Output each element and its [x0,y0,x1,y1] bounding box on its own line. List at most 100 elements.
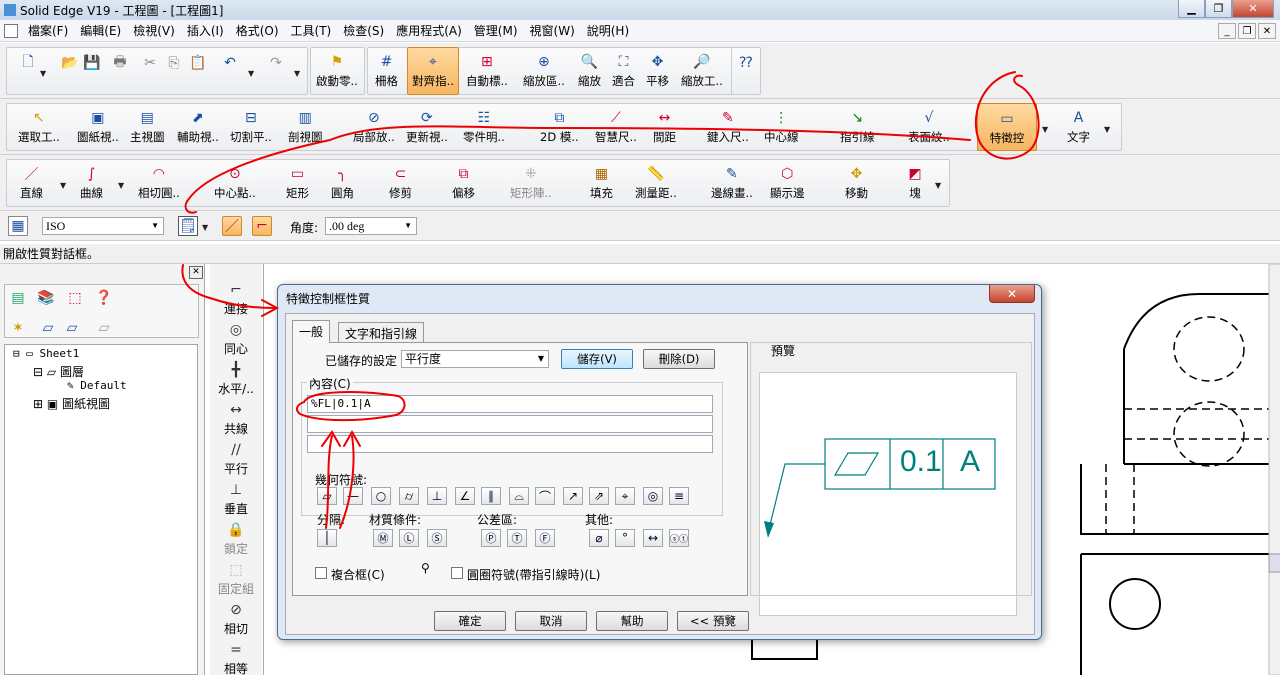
tangent-tool[interactable]: ⊘ 相切 [210,602,262,637]
style-icon[interactable]: ▦ [8,216,28,236]
circle-symbol-checkbox[interactable] [451,567,463,579]
profile-surface-symbol-button[interactable]: ⌓ [509,487,529,505]
cut-icon[interactable]: ✂ [140,53,160,73]
rigid-set-tool[interactable]: ⬚ 固定組 [210,562,262,597]
tangent-arc-button[interactable]: ◠ 相切圓.. [138,165,180,201]
fillet-button[interactable]: ╮ 圓角 [331,165,354,201]
help-tab-icon[interactable]: ❓ [94,288,114,308]
move-layer-icon[interactable]: ▱ [38,318,58,338]
circular-runout-symbol-button[interactable]: ↗ [563,487,583,505]
rectangle-button[interactable]: ▭ 矩形 [286,165,309,201]
tree-item-layers[interactable]: ⊟ ▱ 圖層 [33,363,84,380]
minimize-button[interactable]: ▁ [1178,0,1205,18]
help-button[interactable]: 幫助 [596,611,668,631]
start-part-button[interactable]: ⚑ 啟動零.. [316,53,358,89]
library-tab-icon[interactable]: 📚 [36,288,56,308]
print-icon[interactable]: 🖶 [110,53,130,73]
mdi-restore-button[interactable]: ❐ [1238,23,1256,39]
mdi-close-button[interactable]: ✕ [1258,23,1276,39]
tree-item-sheet[interactable]: ⊟ ▭ Sheet1 [13,347,79,360]
properties-icon[interactable]: 🗒 [178,216,198,236]
perpendicular-tool[interactable]: ⊥ 垂直 [210,482,262,517]
show-layer-icon[interactable]: ▱ [62,318,82,338]
connect-tool[interactable]: ⌐ 連接 [210,282,262,317]
menu-help[interactable]: 說明(H) [581,22,635,39]
cancel-button[interactable]: 取消 [515,611,587,631]
align-button[interactable]: ⌖ 對齊指.. [407,47,459,95]
concentricity-symbol-button[interactable]: ◎ [643,487,663,505]
menu-format[interactable]: 格式(O) [230,22,285,39]
mdi-minimize-button[interactable]: _ [1218,23,1236,39]
equal-tool[interactable]: = 相等 [210,642,262,677]
tangent-plane-button[interactable]: Ⓣ [507,529,527,547]
menu-edit[interactable]: 編輯(E) [74,22,127,39]
block-button[interactable]: ◩ 塊 [906,165,924,201]
measure-distance-button[interactable]: 📏 測量距.. [635,165,677,201]
projected-zone-button[interactable]: Ⓟ [481,529,501,547]
toggle-preview-button[interactable]: << 預覽 [677,611,749,631]
ok-button[interactable]: 確定 [434,611,506,631]
lmc-button[interactable]: Ⓛ [399,529,419,547]
feature-control-frame-button[interactable]: ▭ 特徵控 [977,103,1037,151]
text-button[interactable]: A 文字 [1067,109,1090,145]
angle-field[interactable]: .00 deg ▼ [325,217,417,235]
delete-settings-button[interactable]: 刪除(D) [643,349,715,369]
dialog-close-button[interactable]: ✕ [989,285,1035,303]
new-layer-icon[interactable]: ✶ [8,318,28,338]
distance-between-button[interactable]: ↔ 間距 [653,109,676,145]
tree-item-default[interactable]: ✎ Default [67,379,127,392]
move-button[interactable]: ✥ 移動 [845,165,868,201]
centerline-button[interactable]: ⋮ 中心線 [764,109,799,145]
plus-minus-button[interactable]: ↔ [643,529,663,547]
auxiliary-view-button[interactable]: ⬈ 輔助視.. [177,109,219,145]
hide-layer-icon[interactable]: ▱ [94,318,114,338]
degree-button[interactable]: ° [615,529,635,547]
redo-icon[interactable]: ↷ [266,53,286,73]
menu-inspect[interactable]: 檢查(S) [337,22,390,39]
auto-dim-button[interactable]: ⊞ 自動標.. [466,53,508,89]
fit-button[interactable]: ⛶ 適合 [612,53,635,89]
saved-settings-select[interactable]: 平行度 ▼ [401,350,549,368]
concentric-tool[interactable]: ◎ 同心 [210,322,262,357]
line-button[interactable]: ／ 直線 [20,165,43,201]
circularity-symbol-button[interactable]: ○ [371,487,391,505]
free-state-button[interactable]: Ⓕ [535,529,555,547]
center-point-button[interactable]: ⊙ 中心點.. [214,165,256,201]
tab-general[interactable]: 一般 [292,320,331,343]
total-runout-symbol-button[interactable]: ⇗ [589,487,609,505]
parallel-tool[interactable]: ∕∕ 平行 [210,442,262,477]
collinear-tool[interactable]: ↔ 共線 [210,402,262,437]
smart-dimension-button[interactable]: ⟋ 智慧尺.. [595,109,637,145]
key-in-dimension-button[interactable]: ✎ 鍵入尺.. [707,109,749,145]
parts-list-button[interactable]: ☷ 零件明.. [463,109,505,145]
zoom-button[interactable]: 🔍 縮放 [578,53,601,89]
curve-button[interactable]: ∫ 曲線 [80,165,103,201]
zoom-tool-button[interactable]: 🔎 縮放工.. [681,53,723,89]
open-icon[interactable]: 📂 [60,53,80,73]
statistical-button[interactable]: ⓢⓣ [669,529,689,547]
position-symbol-button[interactable]: ⌖ [615,487,635,505]
layers-tab-icon[interactable]: ▤ [8,288,28,308]
fill-button[interactable]: ▦ 填充 [590,165,613,201]
menu-tools[interactable]: 工具(T) [285,22,338,39]
paste-icon[interactable]: 📋 [188,53,208,73]
menu-view[interactable]: 檢視(V) [127,22,181,39]
section-view-button[interactable]: ▥ 剖視圖 [288,109,323,145]
menu-window[interactable]: 視窗(W) [524,22,581,39]
show-edges-button[interactable]: ⬡ 顯示邊 [770,165,805,201]
new-icon[interactable]: 🗋 [18,53,38,73]
grid-button[interactable]: # 柵格 [375,53,398,89]
cutting-plane-button[interactable]: ⊟ 切割平.. [230,109,272,145]
rectangular-pattern-button[interactable]: ⁜ 矩形陣.. [510,165,552,201]
composite-checkbox[interactable] [315,567,327,579]
mmc-button[interactable]: Ⓜ [373,529,393,547]
whats-this-icon[interactable]: ⁇ [736,53,756,73]
close-panel-icon[interactable]: ✕ [189,266,203,279]
cylindricity-symbol-button[interactable]: ⌭ [399,487,419,505]
perpendicularity-symbol-button[interactable]: ⊥ [427,487,447,505]
straightness-symbol-button[interactable]: — [343,487,363,505]
undo-icon[interactable]: ↶ [220,53,240,73]
horizontal-vertical-tool[interactable]: ╋ 水平/.. [210,362,262,397]
content-line-1[interactable]: %FL|0.1|A [307,395,713,413]
drawing-view-button[interactable]: ▣ 圖紙視.. [77,109,119,145]
